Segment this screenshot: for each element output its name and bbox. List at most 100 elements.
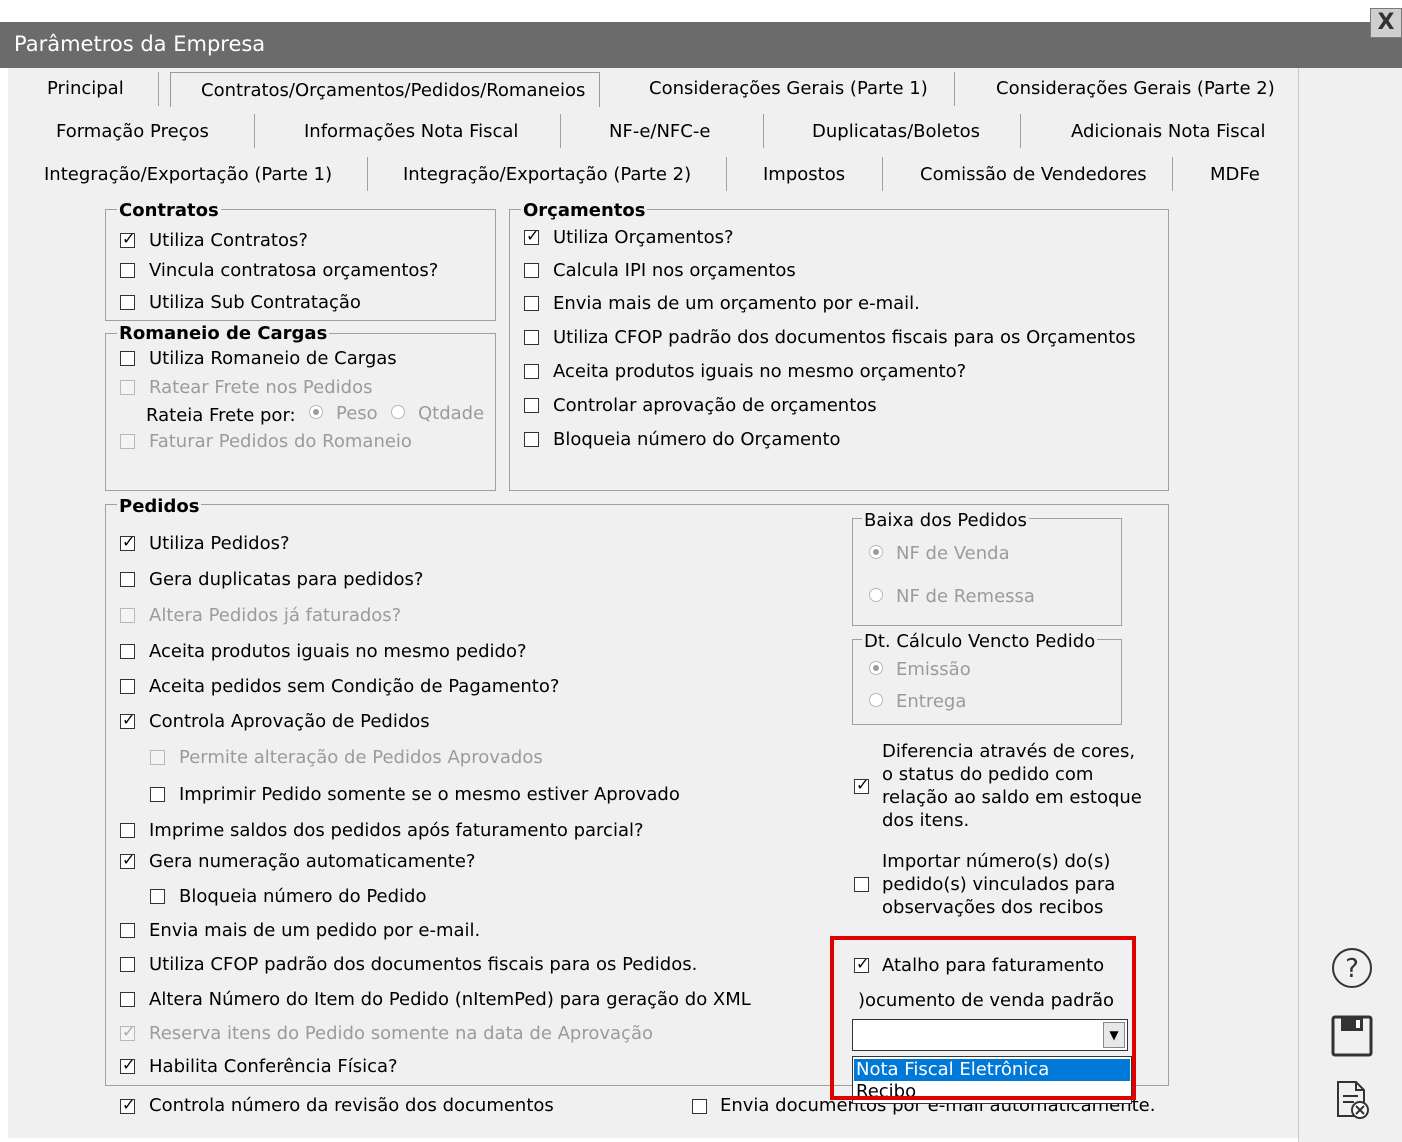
pedidos-item-checkbox[interactable]: ✓ [120,710,135,729]
pedidos-item-checkbox[interactable] [120,957,135,972]
dt-calculo-title: Dt. Cálculo Vencto Pedido [862,631,1098,652]
pedidos-item-label: Altera Número do Item do Pedido (nItemPe… [149,989,751,1010]
tab-impostos[interactable]: Impostos [763,164,845,185]
window-title: Parâmetros da Empresa [14,32,266,56]
close-button[interactable]: X [1370,8,1402,38]
pedidos-item-label: Controla Aprovação de Pedidos [149,711,430,732]
importar-line-1: Importar número(s) do(s) [882,851,1111,872]
pedidos-item-label: Imprime saldos dos pedidos após faturame… [149,820,644,841]
pedidos-item-checkbox[interactable] [120,992,135,1007]
utiliza-romaneio-checkbox[interactable] [120,351,135,366]
nf-remessa-label: NF de Remessa [896,586,1035,607]
contratos-item-checkbox[interactable]: ✓ [120,229,135,248]
pedidos-item-checkbox[interactable] [120,923,135,938]
tab-separator [954,72,955,106]
tab-comissao[interactable]: Comissão de Vendedores [920,164,1147,185]
tab-consideracoes-1[interactable]: Considerações Gerais (Parte 1) [649,78,928,99]
diferencia-line-2: o status do pedido com [882,764,1094,785]
pedidos-item-checkbox[interactable] [120,823,135,838]
controla-revisao-checkbox[interactable]: ✓ [120,1095,135,1114]
svg-text:?: ? [1345,954,1359,984]
tab-duplicatas[interactable]: Duplicatas/Boletos [812,121,980,142]
orcamentos-item-checkbox[interactable] [524,330,539,345]
emissao-radio[interactable] [869,661,883,675]
pedidos-item-label: Utiliza Pedidos? [149,533,290,554]
tab-separator [367,157,368,191]
tab-formacao-precos[interactable]: Formação Preços [56,121,209,142]
pedidos-item-label: Gera numeração automaticamente? [149,851,476,872]
envia-documentos-checkbox[interactable] [692,1099,707,1114]
orcamentos-item-checkbox[interactable] [524,398,539,413]
orcamentos-item-checkbox[interactable] [524,364,539,379]
importar-line-3: observações dos recibos [882,897,1104,918]
contratos-item-label: Utiliza Sub Contratação [149,292,361,313]
pedidos-item-checkbox[interactable]: ✓ [120,532,135,551]
ratear-frete-checkbox[interactable] [120,380,135,395]
pedidos-item-label: Aceita produtos iguais no mesmo pedido? [149,641,527,662]
nf-venda-radio[interactable] [869,545,883,559]
pedidos-item-checkbox[interactable] [120,608,135,623]
pedidos-item-label: Gera duplicatas para pedidos? [149,569,424,590]
orcamentos-item-label: Bloqueia número do Orçamento [553,429,841,450]
baixa-pedidos-group [852,518,1122,626]
pedidos-item-checkbox[interactable]: ✓ [120,1055,135,1074]
save-icon[interactable] [1330,1014,1374,1058]
orcamentos-item-label: Controlar aprovação de orçamentos [553,395,877,416]
tab-mdfe[interactable]: MDFe [1210,164,1260,185]
diferencia-line-4: dos itens. [882,810,970,831]
importar-numeros-checkbox[interactable] [854,877,869,892]
pedidos-item-checkbox[interactable] [150,889,165,904]
pedidos-item-checkbox[interactable]: ✓ [120,1022,135,1041]
orcamentos-item-checkbox[interactable] [524,432,539,447]
rateia-frete-label: Rateia Frete por: [146,405,296,426]
pedidos-item-label: Reserva itens do Pedido somente na data … [149,1023,653,1044]
pedidos-item-label: Bloqueia número do Pedido [179,886,427,907]
orcamentos-item-checkbox[interactable] [524,263,539,278]
contratos-title: Contratos [117,200,221,221]
pedidos-title: Pedidos [117,496,202,517]
contratos-item-checkbox[interactable] [120,263,135,278]
tab-info-nota-fiscal[interactable]: Informações Nota Fiscal [304,121,518,142]
tab-integracao-1[interactable]: Integração/Exportação (Parte 1) [44,164,332,185]
pedidos-item-checkbox[interactable] [120,644,135,659]
pedidos-item-checkbox[interactable] [120,679,135,694]
tab-contratos[interactable]: Contratos/Orçamentos/Pedidos/Romaneios [201,80,585,101]
romaneio-title: Romaneio de Cargas [117,323,330,344]
pedidos-item-label: Utiliza CFOP padrão dos documentos fisca… [149,954,698,975]
faturar-romaneio-checkbox[interactable] [120,434,135,449]
tab-separator [763,114,764,148]
qtdade-radio[interactable] [391,405,405,419]
help-icon[interactable]: ? [1330,946,1374,990]
contratos-item-checkbox[interactable] [120,295,135,310]
pedidos-item-checkbox[interactable]: ✓ [120,850,135,869]
highlight-annotation-top [830,936,1136,1100]
entrega-radio[interactable] [869,693,883,707]
tab-principal[interactable]: Principal [47,78,124,99]
pedidos-item-checkbox[interactable] [120,572,135,587]
peso-radio[interactable] [309,405,323,419]
cancel-doc-icon[interactable] [1330,1078,1374,1122]
orcamentos-item-label: Envia mais de um orçamento por e-mail. [553,293,920,314]
tab-separator [560,114,561,148]
title-bar: Parâmetros da Empresa [0,22,1402,68]
orcamentos-item-label: Calcula IPI nos orçamentos [553,260,796,281]
tab-nfe-nfce[interactable]: NF-e/NFC-e [609,121,710,142]
tab-adicionais-nf[interactable]: Adicionais Nota Fiscal [1071,121,1266,142]
importar-line-2: pedido(s) vinculados para [882,874,1116,895]
nf-venda-label: NF de Venda [896,543,1010,564]
diferencia-cores-checkbox[interactable]: ✓ [854,775,869,794]
contratos-item-label: Vincula contratosa orçamentos? [149,260,439,281]
tab-integracao-2[interactable]: Integração/Exportação (Parte 2) [403,164,691,185]
faturar-romaneio-label: Faturar Pedidos do Romaneio [149,431,412,452]
orcamentos-item-label: Utiliza Orçamentos? [553,227,734,248]
orcamentos-item-label: Aceita produtos iguais no mesmo orçament… [553,361,967,382]
pedidos-item-checkbox[interactable] [150,750,165,765]
orcamentos-item-checkbox[interactable]: ✓ [524,226,539,245]
tab-separator [158,72,159,106]
tab-consideracoes-2[interactable]: Considerações Gerais (Parte 2) [996,78,1275,99]
orcamentos-item-checkbox[interactable] [524,296,539,311]
contratos-item-label: Utiliza Contratos? [149,230,308,251]
pedidos-item-checkbox[interactable] [150,787,165,802]
tab-separator [254,114,255,148]
nf-remessa-radio[interactable] [869,588,883,602]
